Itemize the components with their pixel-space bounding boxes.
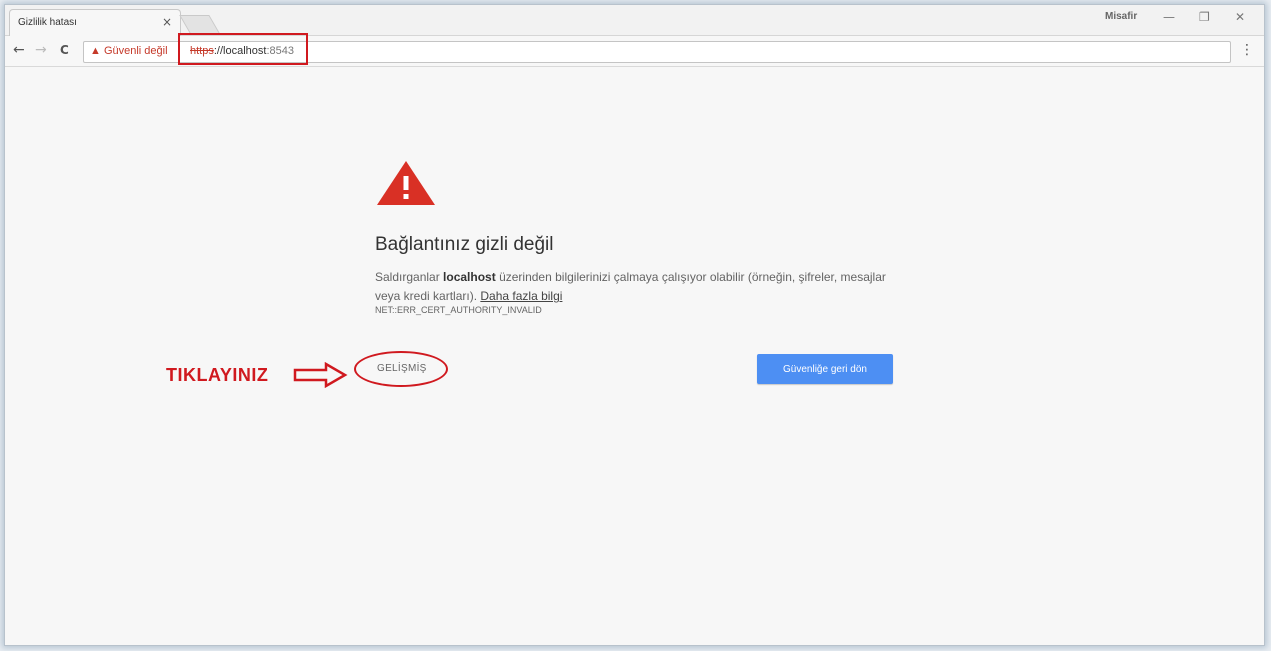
tab-close-icon[interactable]: × [162,15,172,29]
close-window-icon[interactable]: ✕ [1235,10,1245,24]
tab-title: Gizlilik hatası [18,17,77,28]
annotation-arrow-icon [293,362,348,388]
annotation-ellipse [354,351,448,387]
error-code: NET::ERR_CERT_AUTHORITY_INVALID [375,305,542,315]
annotation-url-highlight [178,33,308,65]
annotation-label: TIKLAYINIZ [166,365,269,385]
error-description: Saldırganlar localhost üzerinden bilgile… [375,268,895,306]
interstitial-page: Bağlantınız gizli değil Saldırganlar loc… [5,67,1264,645]
page-title: Bağlantınız gizli değil [375,234,554,255]
learn-more-link[interactable]: Daha fazla bilgi [480,289,562,303]
restore-icon[interactable]: ❐ [1199,10,1210,24]
browser-window: Gizlilik hatası × Misafir — ❐ ✕ ← → C ▲ … [4,4,1265,646]
back-to-safety-button[interactable]: Güvenliğe geri dön [757,354,893,384]
warning-triangle-icon [377,161,435,205]
desc-host: localhost [443,270,496,284]
forward-arrow-icon[interactable]: → [35,42,47,58]
tab-strip: Gizlilik hatası × Misafir — ❐ ✕ [5,5,1264,36]
profile-label[interactable]: Misafir [1105,11,1137,22]
reload-icon[interactable]: C [60,43,69,57]
security-warning-chip[interactable]: ▲ Güvenli değil [90,45,168,57]
minimize-icon[interactable]: — [1163,10,1175,24]
desc-text-1: Saldırganlar [375,270,444,284]
menu-dots-icon[interactable]: ⋮ [1240,42,1254,58]
new-tab-button[interactable] [179,15,221,35]
back-arrow-icon[interactable]: ← [13,42,25,58]
tab-privacy-error[interactable]: Gizlilik hatası × [9,9,181,36]
